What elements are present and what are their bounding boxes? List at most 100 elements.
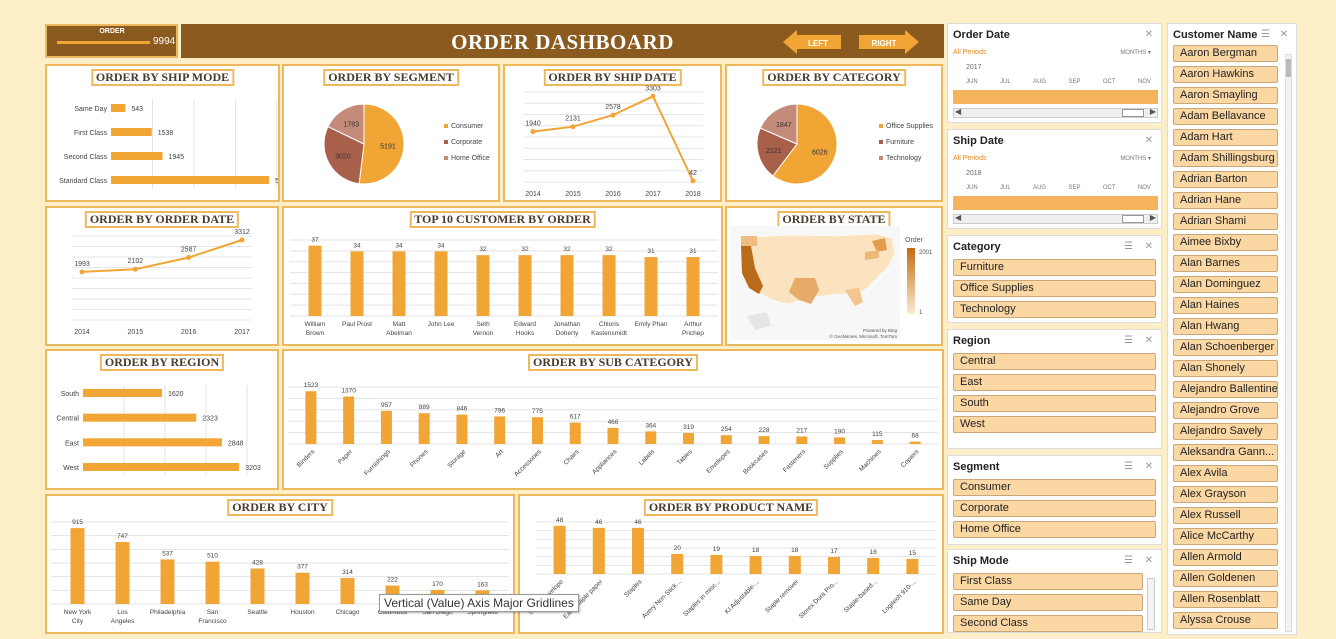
slicer-item[interactable]: Alan Haines	[1173, 297, 1278, 314]
slicer-item[interactable]: First Class	[953, 573, 1143, 590]
slicer-item[interactable]: Alan Schoenberger	[1173, 339, 1278, 356]
scroll-thumb[interactable]	[1286, 59, 1291, 77]
slicer-item[interactable]: Alan Dominguez	[1173, 276, 1278, 293]
timeline-unit: MONTHS	[1120, 156, 1147, 162]
slicer-item[interactable]: Alejandro Savely	[1173, 423, 1278, 440]
scroll-left-icon[interactable]: ◀	[955, 213, 961, 222]
scroll-left-icon[interactable]: ◀	[955, 107, 961, 116]
slicer-item[interactable]: South	[953, 395, 1156, 412]
slicer-scrollbar[interactable]	[1285, 54, 1292, 632]
slicer-item[interactable]: Same Day	[953, 594, 1143, 611]
slicer-item[interactable]: Aimee Bixby	[1173, 234, 1278, 251]
clear-filter-icon[interactable]: ✕	[1280, 29, 1288, 40]
timeline-unit-dropdown[interactable]: MONTHS ▾	[1120, 49, 1151, 56]
slicer-item[interactable]: Alan Barnes	[1173, 255, 1278, 272]
slicer-item[interactable]: Aaron Hawkins	[1173, 66, 1278, 83]
slicer-item[interactable]: Adam Hart	[1173, 129, 1278, 146]
data-label: 1538	[158, 130, 174, 137]
scroll-thumb[interactable]	[1122, 109, 1144, 117]
timeline-unit-dropdown[interactable]: MONTHS ▾	[1120, 155, 1151, 162]
slicer-item[interactable]: Home Office	[953, 521, 1156, 538]
slicer-item[interactable]: Corporate	[953, 500, 1156, 517]
clear-filter-icon[interactable]: ✕	[1145, 135, 1153, 146]
legend-swatch	[444, 140, 448, 144]
bar	[607, 427, 619, 444]
slicer-item[interactable]: Alan Hwang	[1173, 318, 1278, 335]
slicer-item[interactable]: Central	[953, 353, 1156, 370]
slicer-ship-date[interactable]: Ship Date ✕ All Periods MONTHS ▾ 2018 JU…	[947, 129, 1162, 229]
slicer-item[interactable]: Adrian Hane	[1173, 192, 1278, 209]
axis-label: Staple-based...	[843, 578, 879, 614]
slicer-item[interactable]: East	[953, 374, 1156, 391]
timeline-bar[interactable]	[953, 90, 1158, 104]
slicer-item[interactable]: Alex Avila	[1173, 465, 1278, 482]
legend-label: Corporate	[451, 139, 482, 146]
slicer-item[interactable]: Office Supplies	[953, 280, 1156, 297]
bar	[205, 561, 220, 604]
slicer-item[interactable]: Allen Goldenen	[1173, 570, 1278, 587]
clear-filter-icon[interactable]: ✕	[1145, 555, 1153, 566]
slicer-ship-mode[interactable]: Ship Mode ☰ ✕ First Class Same Day Second …	[947, 549, 1162, 633]
multi-select-icon[interactable]: ☰	[1124, 335, 1133, 346]
slicer-order-date[interactable]: Order Date ✕ All Periods MONTHS ▾ 2017 J…	[947, 23, 1162, 123]
slicer-item[interactable]: Alejandro Ballentine	[1173, 381, 1278, 398]
slicer-item[interactable]: Alyssa Crouse	[1173, 612, 1278, 629]
axis-label: New York City	[64, 609, 92, 625]
slicer-item[interactable]: Second Class	[953, 615, 1143, 632]
slicer-scrollbar[interactable]	[1147, 578, 1155, 630]
clear-filter-icon[interactable]: ✕	[1145, 29, 1153, 40]
slicer-customer[interactable]: Customer Name ☰ ✕ Aaron Bergman Aaron Haw…	[1167, 23, 1297, 635]
multi-select-icon[interactable]: ☰	[1261, 29, 1270, 40]
bar	[683, 432, 695, 444]
scroll-right-icon[interactable]: ▶	[1150, 107, 1156, 116]
slicer-segment[interactable]: Segment ☰ ✕ Consumer Corporate Home Office	[947, 455, 1162, 545]
slicer-item[interactable]: Furniture	[953, 259, 1156, 276]
scroll-right-icon[interactable]: ▶	[1150, 213, 1156, 222]
timeline-bar[interactable]	[953, 196, 1158, 210]
slicer-item[interactable]: Alice McCarthy	[1173, 528, 1278, 545]
axis-label: Emily Phan	[635, 321, 668, 328]
slicer-title: Ship Date	[953, 135, 1004, 147]
bar	[115, 542, 130, 604]
slicer-item[interactable]: West	[953, 416, 1156, 433]
bar	[828, 556, 840, 574]
slicer-item[interactable]: Adam Bellavance	[1173, 108, 1278, 125]
slicer-item[interactable]: Adam Shillingsburg	[1173, 150, 1278, 167]
slicer-item[interactable]: Alejandro Grove	[1173, 402, 1278, 419]
data-label: 48	[556, 517, 564, 524]
slicer-item[interactable]: Aleksandra Gann...	[1173, 444, 1278, 461]
slicer-item[interactable]: Aaron Smayling	[1173, 87, 1278, 104]
clear-filter-icon[interactable]: ✕	[1145, 335, 1153, 346]
slicer-item[interactable]: Consumer	[953, 479, 1156, 496]
slicer-item[interactable]: Allen Rosenblatt	[1173, 591, 1278, 608]
timeline-scrollbar[interactable]: ◀ ▶	[953, 107, 1158, 118]
data-label: 170	[432, 581, 443, 588]
clear-filter-icon[interactable]: ✕	[1145, 241, 1153, 252]
data-label: 228	[759, 427, 770, 434]
bar	[602, 255, 616, 316]
timeline-scrollbar[interactable]: ◀ ▶	[953, 213, 1158, 224]
right-button[interactable]: RIGHT	[859, 30, 919, 54]
bar	[111, 104, 126, 112]
slicer-item[interactable]: Aaron Bergman	[1173, 45, 1278, 62]
multi-select-icon[interactable]: ☰	[1124, 555, 1133, 566]
data-label: 428	[252, 559, 263, 566]
legend-label: Office Supplies	[886, 123, 933, 130]
slicer-item[interactable]: Technology	[953, 301, 1156, 318]
slicer-region[interactable]: Region ☰ ✕ Central East South West	[947, 329, 1162, 449]
left-button[interactable]: LEFT	[783, 30, 841, 54]
slicer-item[interactable]: Alex Russell	[1173, 507, 1278, 524]
data-label: 377	[297, 564, 308, 571]
multi-select-icon[interactable]: ☰	[1124, 461, 1133, 472]
bar	[553, 525, 566, 574]
multi-select-icon[interactable]: ☰	[1124, 241, 1133, 252]
slicer-category[interactable]: Category ☰ ✕ Furniture Office Supplies Tec…	[947, 235, 1162, 323]
slicer-item[interactable]: Adrian Barton	[1173, 171, 1278, 188]
scroll-thumb[interactable]	[1122, 215, 1144, 223]
slicer-item[interactable]: Alex Grayson	[1173, 486, 1278, 503]
slicer-item[interactable]: Allen Armold	[1173, 549, 1278, 566]
axis-label: Appliances	[591, 448, 619, 476]
slicer-item[interactable]: Alan Shonely	[1173, 360, 1278, 377]
slicer-item[interactable]: Adrian Shami	[1173, 213, 1278, 230]
clear-filter-icon[interactable]: ✕	[1145, 461, 1153, 472]
